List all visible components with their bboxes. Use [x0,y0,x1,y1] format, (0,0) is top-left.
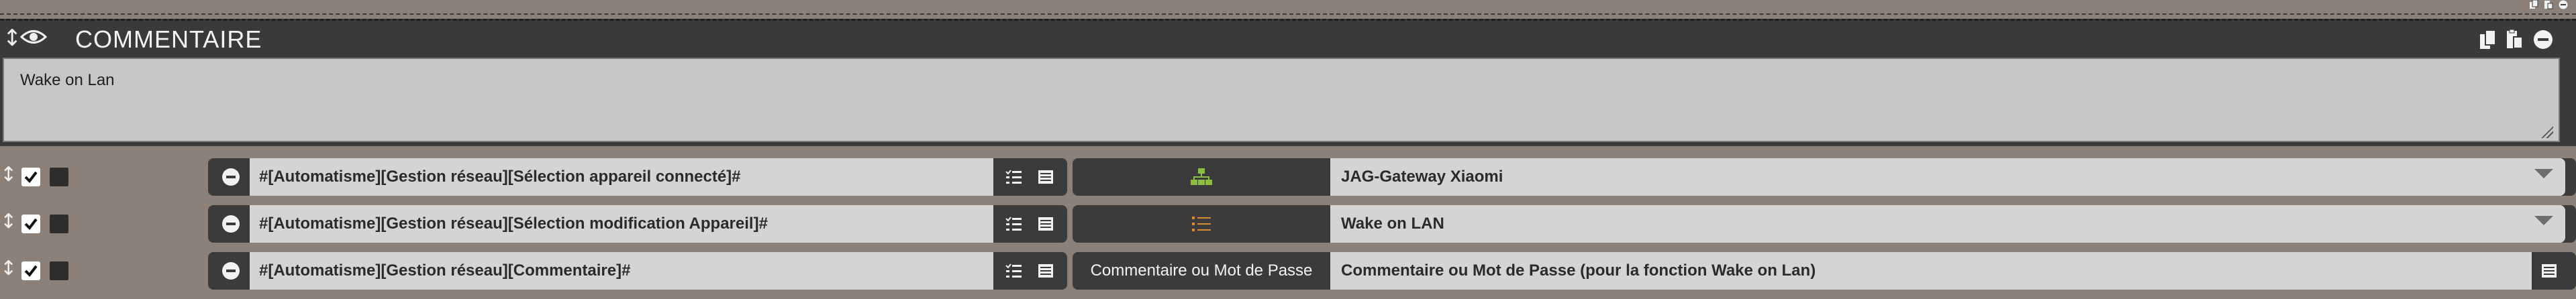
paste-icon[interactable] [2544,0,2553,9]
value-group: JAG-Gateway Xiaomi [1073,158,2576,196]
check-icon [24,265,38,278]
details-icon[interactable] [1036,168,1055,186]
comment-text: Wake on Lan [20,71,115,89]
remove-icon[interactable] [221,215,240,233]
command-input[interactable]: #[Automatisme][Gestion réseau][Sélection… [250,158,993,196]
value-text-input[interactable]: Commentaire ou Mot de Passe (pour la fon… [1330,252,2532,290]
value-select[interactable]: Wake on LAN [1330,205,2565,243]
copy-icon[interactable] [2479,29,2497,50]
move-vertical-icon[interactable]: ↕ [0,212,17,232]
remove-icon[interactable] [2533,29,2553,50]
network-icon [1073,158,1330,196]
paste-icon[interactable] [2506,29,2524,50]
list-icon [1073,205,1330,243]
command-input[interactable]: #[Automatisme][Gestion réseau][Commentai… [250,252,993,290]
check-icon [24,171,38,184]
remove-icon[interactable] [221,261,240,280]
command-group: #[Automatisme][Gestion réseau][Commentai… [208,252,1067,290]
value-group: Wake on LAN [1073,205,2576,243]
command-input[interactable]: #[Automatisme][Gestion réseau][Sélection… [250,205,993,243]
option-toggle[interactable] [50,261,68,280]
value-group: Commentaire ou Mot de Passe Commentaire … [1073,252,2576,290]
top-strip [0,0,2576,15]
move-vertical-icon[interactable]: ↕ [0,259,17,279]
remove-icon[interactable] [221,168,240,186]
eye-icon[interactable] [19,28,48,49]
enable-checkbox[interactable] [21,261,40,280]
block-actions [2479,29,2553,50]
option-toggle[interactable] [50,168,68,186]
move-vertical-icon[interactable]: ↕ [0,165,17,185]
enable-checkbox[interactable] [21,168,40,186]
move-vertical-icon[interactable]: ↕ [3,27,22,50]
list-check-icon[interactable] [1004,215,1023,233]
list-check-icon[interactable] [1004,261,1023,280]
copy-icon[interactable] [2529,0,2538,9]
option-toggle[interactable] [50,215,68,233]
command-group: #[Automatisme][Gestion réseau][Sélection… [208,158,1067,196]
comment-textarea[interactable]: Wake on Lan [3,58,2560,142]
chevron-down-icon[interactable] [2534,216,2553,225]
value-label: Commentaire ou Mot de Passe [1090,261,1313,280]
top-toolbar [2529,0,2568,9]
block-title: COMMENTAIRE [75,25,262,53]
list-check-icon[interactable] [1004,168,1023,186]
details-icon[interactable] [1036,261,1055,280]
details-icon[interactable] [2540,261,2559,280]
enable-checkbox[interactable] [21,215,40,233]
remove-icon[interactable] [2559,0,2568,9]
chevron-down-icon[interactable] [2534,169,2553,178]
check-icon [24,218,38,231]
value-select-text: Wake on LAN [1341,215,1444,233]
value-text: Commentaire ou Mot de Passe (pour la fon… [1341,261,1816,280]
details-icon[interactable] [1036,215,1055,233]
resize-handle-icon[interactable] [2541,126,2553,138]
value-select[interactable]: JAG-Gateway Xiaomi [1330,158,2565,196]
command-group: #[Automatisme][Gestion réseau][Sélection… [208,205,1067,243]
value-select-text: JAG-Gateway Xiaomi [1341,168,1503,186]
